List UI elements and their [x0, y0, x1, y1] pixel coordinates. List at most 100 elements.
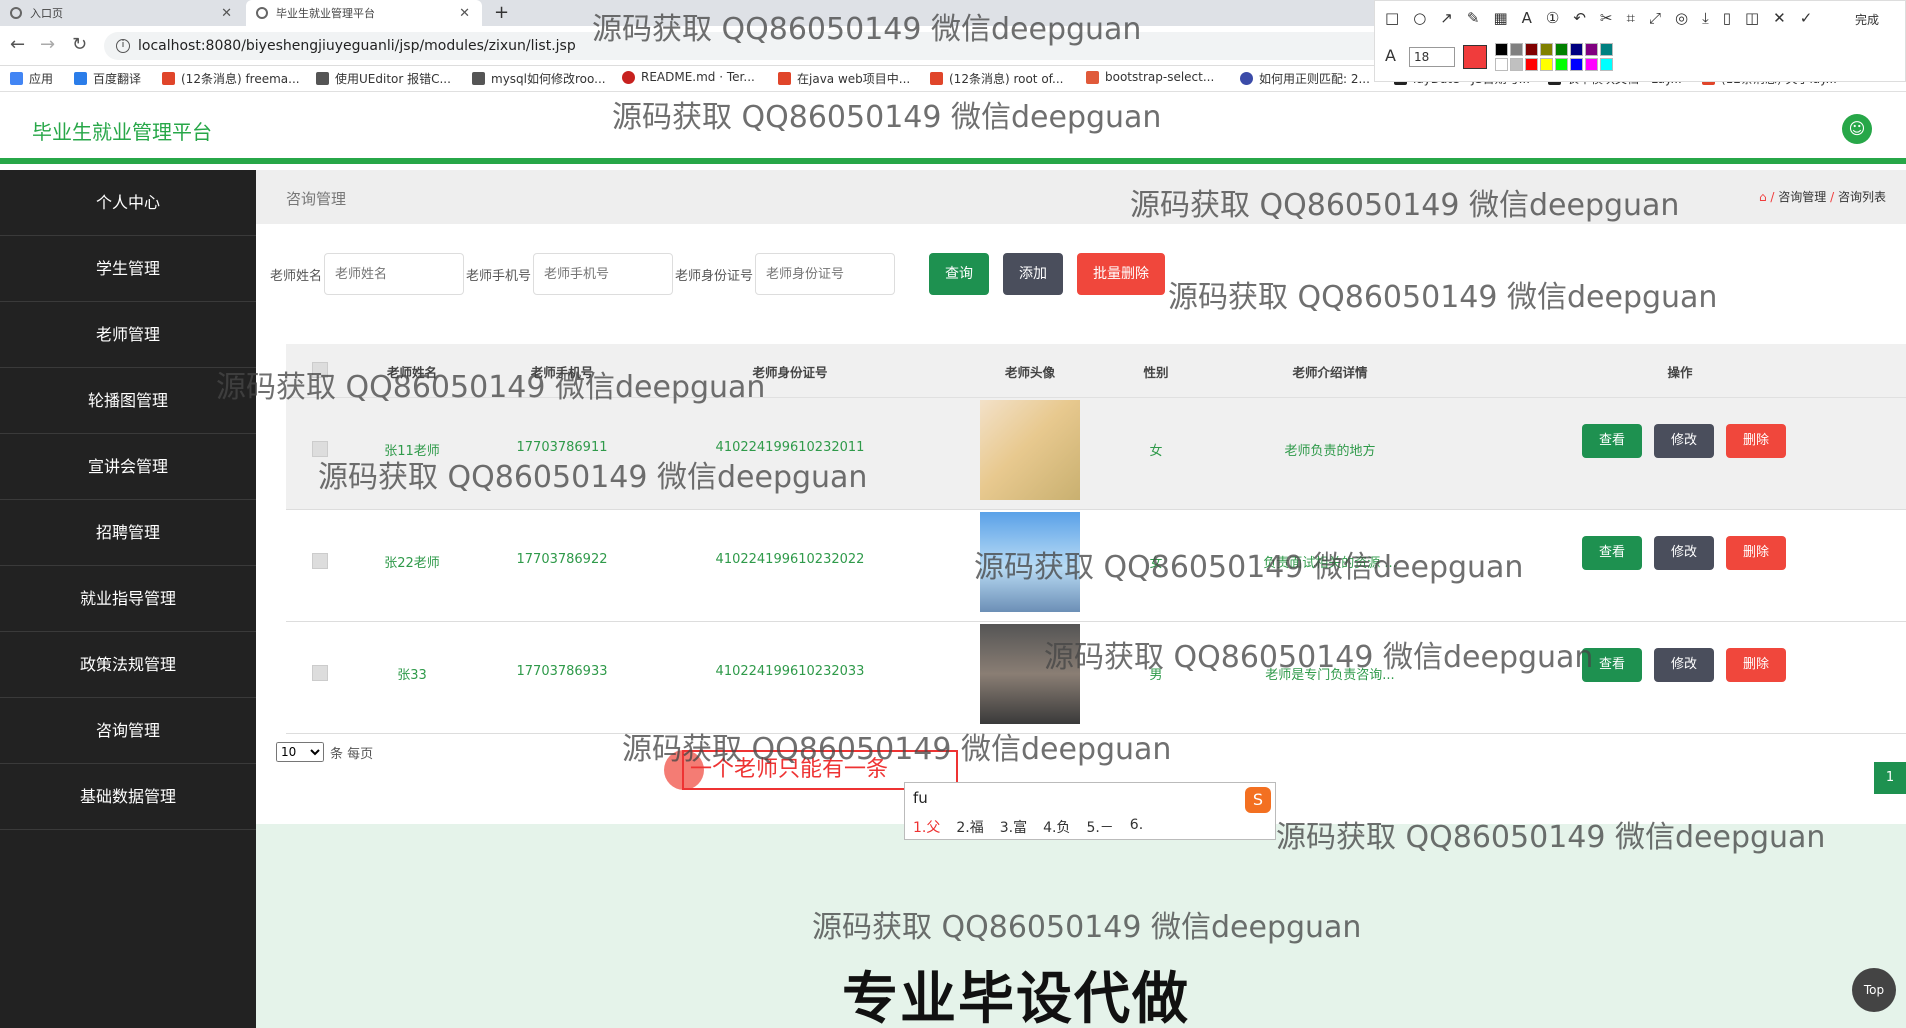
- teacher-idcard-input[interactable]: [755, 253, 896, 295]
- ime-candidate[interactable]: 4.负: [1043, 817, 1070, 837]
- bookmark-item[interactable]: bootstrap-select...: [1086, 70, 1214, 84]
- page-number-button[interactable]: 1: [1874, 762, 1906, 794]
- target-icon[interactable]: ◎: [1675, 9, 1688, 27]
- ime-candidate[interactable]: 5.－: [1086, 817, 1113, 837]
- sidebar-item[interactable]: 宣讲会管理: [0, 434, 256, 500]
- teacher-name-input[interactable]: [324, 253, 465, 295]
- bookmark-item[interactable]: mysql如何修改roo...: [472, 70, 606, 87]
- translate-icon[interactable]: ⤢: [1649, 9, 1661, 27]
- font-size-select[interactable]: 18: [1409, 47, 1455, 67]
- row-checkbox[interactable]: [312, 665, 328, 681]
- color-swatch[interactable]: [1570, 58, 1583, 71]
- bookmark-item[interactable]: 如何用正则匹配: 2...: [1240, 70, 1370, 87]
- pin-icon[interactable]: ✂: [1600, 9, 1613, 27]
- color-swatch[interactable]: [1570, 43, 1583, 56]
- color-swatch[interactable]: [1525, 43, 1538, 56]
- color-swatch[interactable]: [1510, 58, 1523, 71]
- teacher-idcard-label: 老师身份证号: [675, 268, 754, 284]
- number-icon[interactable]: ①: [1546, 9, 1559, 27]
- ime-candidate[interactable]: 1.父: [913, 817, 940, 837]
- column-header: 操作: [1667, 365, 1693, 380]
- sidebar-item[interactable]: 咨询管理: [0, 698, 256, 764]
- sidebar-item[interactable]: 招聘管理: [0, 500, 256, 566]
- bookmark-item[interactable]: 在java web项目中...: [778, 70, 910, 87]
- sidebar-item[interactable]: 学生管理: [0, 236, 256, 302]
- view-button[interactable]: 查看: [1582, 536, 1642, 570]
- query-button[interactable]: 查询: [929, 253, 990, 295]
- tab-label: 毕业生就业管理平台: [276, 7, 375, 20]
- color-swatch[interactable]: [1555, 43, 1568, 56]
- color-swatch[interactable]: [1585, 58, 1598, 71]
- color-swatch[interactable]: [1495, 43, 1508, 56]
- phone-icon[interactable]: ▯: [1723, 9, 1731, 27]
- cell-phone: 17703786933: [516, 664, 608, 679]
- ime-candidate[interactable]: 6.: [1130, 817, 1143, 837]
- watermark-text: 源码获取 QQ86050149 微信deepguan: [1276, 820, 1826, 855]
- color-swatch[interactable]: [1555, 58, 1568, 71]
- back-to-top-button[interactable]: Top: [1852, 968, 1896, 1012]
- color-swatch[interactable]: [1540, 58, 1553, 71]
- color-swatch[interactable]: [1600, 43, 1613, 56]
- color-swatch[interactable]: [1495, 58, 1508, 71]
- delete-button[interactable]: 删除: [1726, 536, 1786, 570]
- ime-candidate[interactable]: 3.富: [1000, 817, 1027, 837]
- bookmark-item[interactable]: (12条消息) freema...: [162, 70, 300, 87]
- view-button[interactable]: 查看: [1582, 424, 1642, 458]
- mosaic-icon[interactable]: ▦: [1493, 9, 1507, 27]
- rectangle-icon[interactable]: □: [1385, 9, 1399, 27]
- sidebar-item-label: 就业指导管理: [79, 589, 176, 608]
- delete-button[interactable]: 删除: [1726, 648, 1786, 682]
- sidebar-item[interactable]: 个人中心: [0, 170, 256, 236]
- info-icon[interactable]: i: [116, 39, 130, 53]
- teacher-name-label: 老师姓名: [270, 268, 323, 284]
- edit-button[interactable]: 修改: [1654, 536, 1714, 570]
- check-icon[interactable]: ✓: [1800, 9, 1813, 27]
- brand-title: 毕业生就业管理平台: [32, 120, 212, 144]
- arrow-icon[interactable]: ↗: [1440, 9, 1453, 27]
- circle-icon[interactable]: ○: [1413, 9, 1426, 27]
- new-tab-button[interactable]: +: [494, 2, 509, 23]
- forward-icon[interactable]: →: [40, 34, 55, 55]
- sidebar-item[interactable]: 老师管理: [0, 302, 256, 368]
- page-size-select[interactable]: 10: [276, 742, 324, 762]
- ime-candidate[interactable]: 2.福: [956, 817, 983, 837]
- bookmark-item[interactable]: 应用: [10, 70, 53, 87]
- reload-icon[interactable]: ↻: [72, 34, 87, 55]
- close-icon[interactable]: ✕: [221, 6, 232, 21]
- sidebar-item[interactable]: 基础数据管理: [0, 764, 256, 830]
- user-avatar-icon[interactable]: ☺: [1842, 114, 1872, 144]
- bookmark-item[interactable]: README.md · Ter...: [622, 70, 755, 84]
- bookmark-item[interactable]: (12条消息) root of...: [930, 70, 1063, 87]
- edit-button[interactable]: 修改: [1654, 424, 1714, 458]
- batch-delete-button[interactable]: 批量删除: [1077, 253, 1166, 295]
- close-icon[interactable]: ✕: [1773, 9, 1786, 27]
- teacher-phone-input[interactable]: [533, 253, 674, 295]
- breadcrumb-item[interactable]: 咨询管理: [1778, 190, 1826, 204]
- selected-color-swatch[interactable]: [1463, 45, 1487, 69]
- row-checkbox[interactable]: [312, 553, 328, 569]
- color-swatch[interactable]: [1510, 43, 1523, 56]
- bookmark-item[interactable]: 使用UEditor 报错C...: [316, 70, 451, 87]
- save-icon[interactable]: ◫: [1745, 9, 1759, 27]
- back-icon[interactable]: ←: [10, 34, 25, 55]
- color-swatch[interactable]: [1585, 43, 1598, 56]
- close-icon[interactable]: ✕: [459, 6, 470, 21]
- color-swatch[interactable]: [1540, 43, 1553, 56]
- add-button[interactable]: 添加: [1003, 253, 1064, 295]
- done-button[interactable]: 完成: [1855, 11, 1879, 28]
- ocr-icon[interactable]: ⌗: [1627, 9, 1635, 27]
- color-swatch[interactable]: [1525, 58, 1538, 71]
- browser-tab-entry[interactable]: 入口页 ✕: [0, 0, 244, 26]
- download-icon[interactable]: ⤓: [1702, 9, 1709, 27]
- sidebar-item[interactable]: 政策法规管理: [0, 632, 256, 698]
- undo-icon[interactable]: ↶: [1573, 9, 1586, 27]
- color-swatch[interactable]: [1600, 58, 1613, 71]
- bookmark-item[interactable]: 百度翻译: [74, 70, 141, 87]
- browser-tab-active[interactable]: 毕业生就业管理平台 ✕: [246, 0, 482, 26]
- delete-button[interactable]: 删除: [1726, 424, 1786, 458]
- text-icon[interactable]: A: [1522, 9, 1532, 27]
- sidebar-item[interactable]: 就业指导管理: [0, 566, 256, 632]
- pen-icon[interactable]: ✎: [1467, 9, 1480, 27]
- home-icon[interactable]: ⌂: [1759, 190, 1767, 204]
- edit-button[interactable]: 修改: [1654, 648, 1714, 682]
